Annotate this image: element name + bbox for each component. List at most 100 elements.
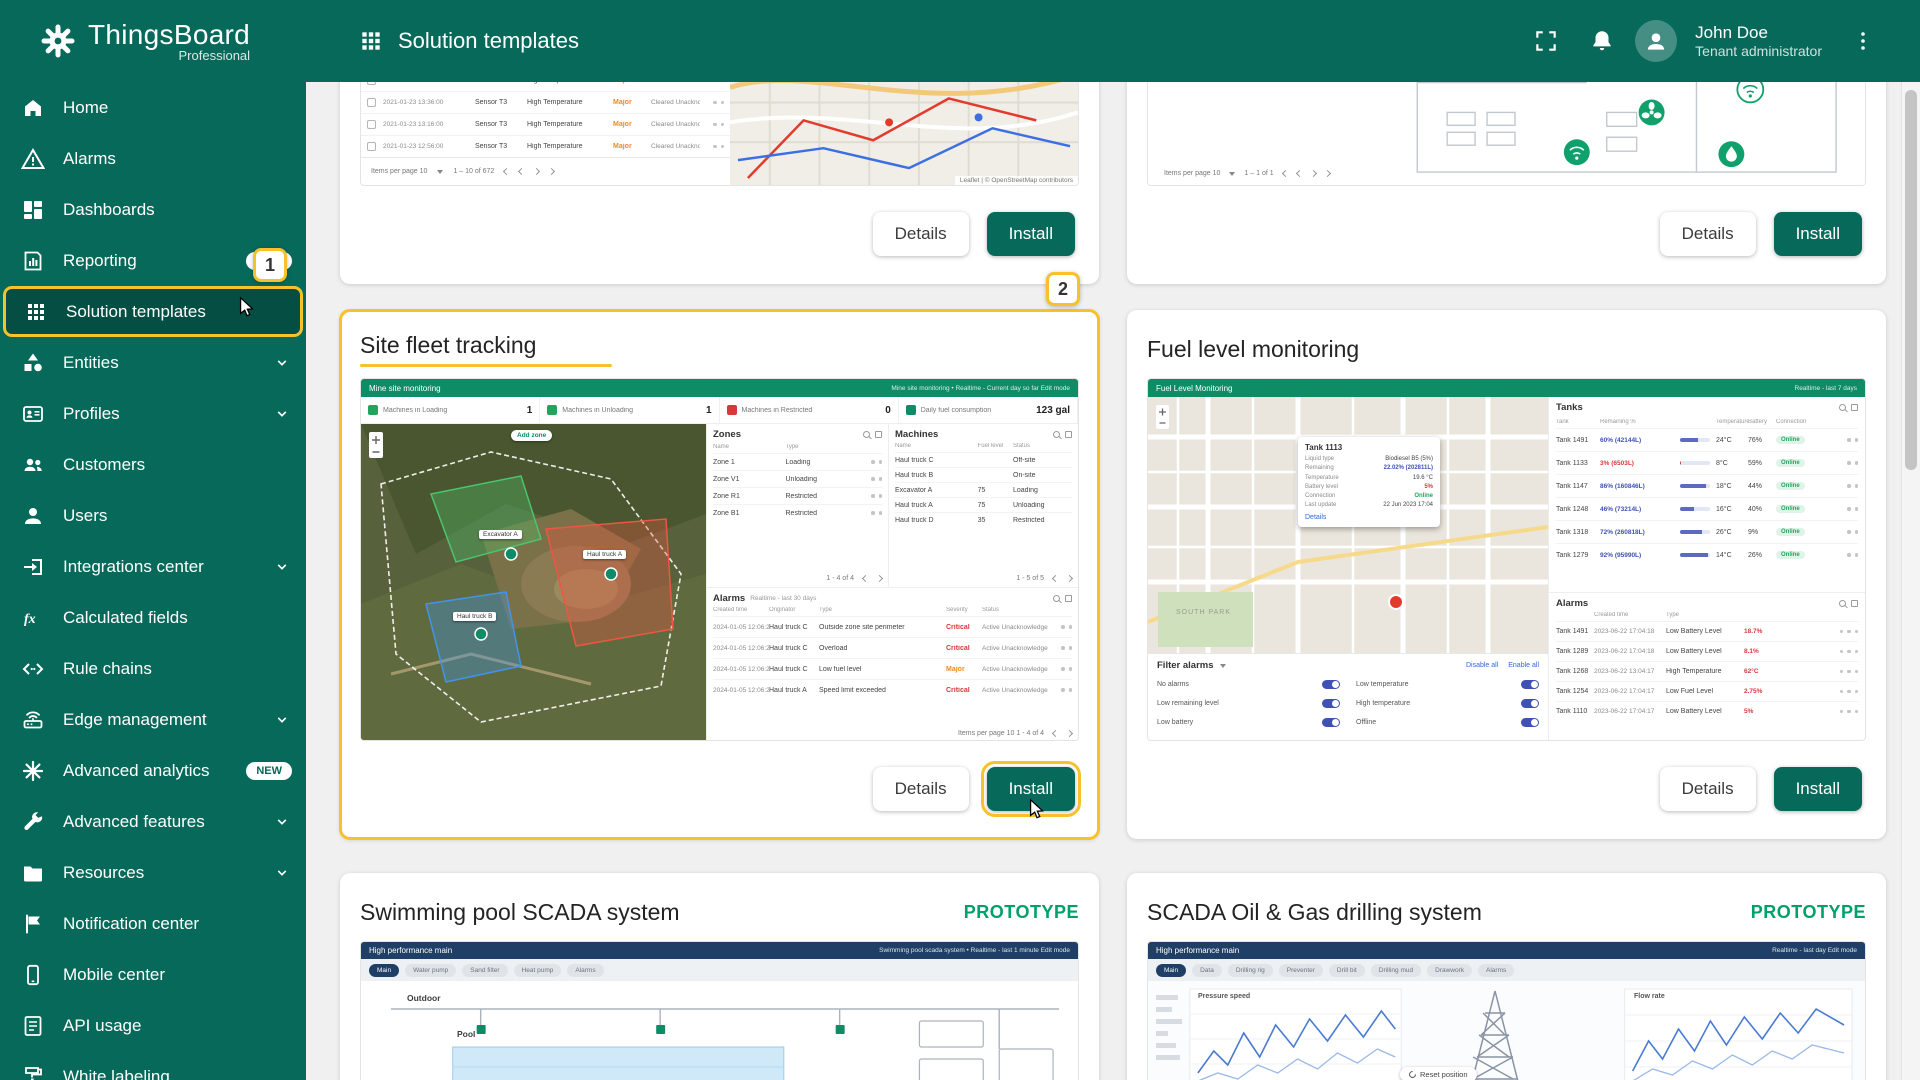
sidebar-item-label: Alarms [63,149,116,169]
sidebar-item-alarms[interactable]: Alarms [0,133,306,184]
user-role: Tenant administrator [1695,43,1822,61]
sidebar-item-home[interactable]: Home [0,82,306,133]
brand-gear-icon [38,21,78,61]
install-button[interactable]: Install [1774,767,1862,811]
brand-logo[interactable]: ThingsBoard Professional [0,19,306,63]
sidebar-item-dashboards[interactable]: Dashboards [0,184,306,235]
chevron-down-icon [272,812,292,832]
stat-icon [547,405,557,415]
sidebar-item-entities[interactable]: Entities [0,337,306,388]
dashboard-title: High performance main [369,946,452,955]
chevron-down-icon [272,353,292,373]
map-marker-label: Haul truck B [453,612,496,621]
checkbox-icon [367,98,376,107]
details-button[interactable]: Details [1660,212,1756,256]
brand-subtitle: Professional [88,48,250,63]
top-bar-actions: John Doe Tenant administrator [1523,0,1886,82]
pagination: Items per page 10 1 – 1 of 1 [1164,170,1330,177]
sidebar-item-label: Calculated fields [63,608,188,628]
template-card-fuel-level-monitoring: Fuel level monitoring Fuel Level Monitor… [1127,310,1886,839]
dashboards-icon [18,198,48,222]
pool-template-thumbnail: High performance main Swimming pool scad… [360,941,1079,1080]
table-row: 2024-01-05 12:06:28Haul truck COutside z… [713,616,1072,637]
new-badge: NEW [246,762,292,780]
mouse-cursor [1026,798,1048,820]
install-button[interactable]: Install [987,212,1075,256]
table-row: Tank 124846% (73214L)16°C40%Online [1556,497,1858,520]
sidebar-item-api-usage[interactable]: API usage [0,1000,306,1051]
stat-icon [906,405,916,415]
table-row: 2024-01-05 12:06:26Haul truck ASpeed lim… [713,679,1072,700]
sidebar-item-advanced-features[interactable]: Advanced features [0,796,306,847]
table-row: Tank 127992% (95990L)14°C26%Online [1556,543,1858,566]
solution-templates-icon [358,28,384,54]
scrollbar-thumb[interactable] [1905,90,1917,470]
sidebar-item-label: Reporting [63,251,137,271]
table-row: Tank 131872% (260818L)26°C9%Online [1556,520,1858,543]
sidebar-item-white-labeling[interactable]: White labeling [0,1051,306,1080]
details-button[interactable]: Details [1660,767,1756,811]
scada-diagram: Pressure speed Flow rate Reset position [1148,981,1865,1080]
dropdown-arrow-icon [1220,664,1226,668]
table-row: 2021-01-23 13:36:00 Sensor T3 High Tempe… [361,91,730,113]
svg-text:fx: fx [24,612,36,627]
more-menu-button[interactable] [1840,18,1886,64]
dashboard-tabs: Main Water pump Sand filter Heat pump Al… [361,959,1078,981]
fuel-template-thumbnail: Fuel Level Monitoring Realtime - last 7 … [1147,378,1866,741]
avatar[interactable] [1635,20,1677,62]
page-title: Solution templates [398,28,579,54]
input-icon [18,555,48,579]
sidebar-item-notification-center[interactable]: Notification center [0,898,306,949]
dashboard-title: High performance main [1156,946,1239,955]
toggle-switch [1521,718,1539,727]
page-next-icon [548,168,555,175]
sidebar-item-rule-chains[interactable]: Rule chains [0,643,306,694]
satellite-map: Add zone Excavator A Haul truck A Haul t… [361,424,706,741]
sidebar-item-mobile-center[interactable]: Mobile center [0,949,306,1000]
table-row: Zone V1Unloading [713,470,882,487]
dashboard-toolbar-text: Realtime - last day Edit mode [1772,947,1857,954]
table-row: Haul truck BOn-site [895,467,1072,482]
sidebar-item-edge-management[interactable]: Edge management [0,694,306,745]
expand-icon [1065,595,1072,602]
oil-template-thumbnail: High performance main Realtime - last da… [1147,941,1866,1080]
install-button[interactable]: Install [1774,212,1862,256]
starburst-icon [18,759,48,783]
template-card-swimming-pool-scada: Swimming pool SCADA system PROTOTYPE Hig… [340,873,1099,1080]
people-icon [18,453,48,477]
page-prev-icon [1282,170,1289,177]
filter-toggle-row: High temperature [1356,694,1539,713]
table-row: 2024-01-05 12:06:26Haul truck CLow fuel … [713,658,1072,679]
sidebar-item-label: White labeling [63,1067,170,1080]
page-next-icon [533,168,540,175]
chart-title: Flow rate [1634,993,1665,1000]
alarms-table: Alarms Realtime - last 30 days Created t… [707,588,1078,741]
page-title-group: Solution templates [358,28,579,54]
expand-icon [1851,600,1858,607]
details-button[interactable]: Details [873,212,969,256]
table-row: Haul truck COff-site [895,452,1072,467]
user-info[interactable]: John Doe Tenant administrator [1695,22,1822,61]
sidebar-item-calculated-fields[interactable]: fx Calculated fields [0,592,306,643]
details-button[interactable]: Details [873,767,969,811]
toggle-switch [1521,699,1539,708]
sidebar-item-label: Profiles [63,404,120,424]
notifications-button[interactable] [1579,18,1625,64]
prototype-badge: PROTOTYPE [964,902,1079,923]
sidebar-item-users[interactable]: Users [0,490,306,541]
zones-table: Zones NameType Zone 1Loading Zone V1Unlo… [707,424,889,587]
sidebar-item-integrations-center[interactable]: Integrations center [0,541,306,592]
sidebar-item-resources[interactable]: Resources [0,847,306,898]
router-icon [18,708,48,732]
fullscreen-button[interactable] [1523,18,1569,64]
dashboard-toolbar-text: Realtime - last 7 days [1795,385,1858,392]
sidebar-item-profiles[interactable]: Profiles [0,388,306,439]
sidebar-item-advanced-analytics[interactable]: Advanced analytics NEW [0,745,306,796]
sidebar-item-customers[interactable]: Customers [0,439,306,490]
chevron-down-icon [272,557,292,577]
page-scrollbar[interactable] [1901,82,1920,1080]
filter-toggle-row: Low remaining level [1157,694,1340,713]
table-row: Tank 114786% (160846L)18°C44%Online [1556,474,1858,497]
sidebar-item-label: Rule chains [63,659,152,679]
sidebar-item-solution-templates[interactable]: Solution templates [3,286,303,337]
